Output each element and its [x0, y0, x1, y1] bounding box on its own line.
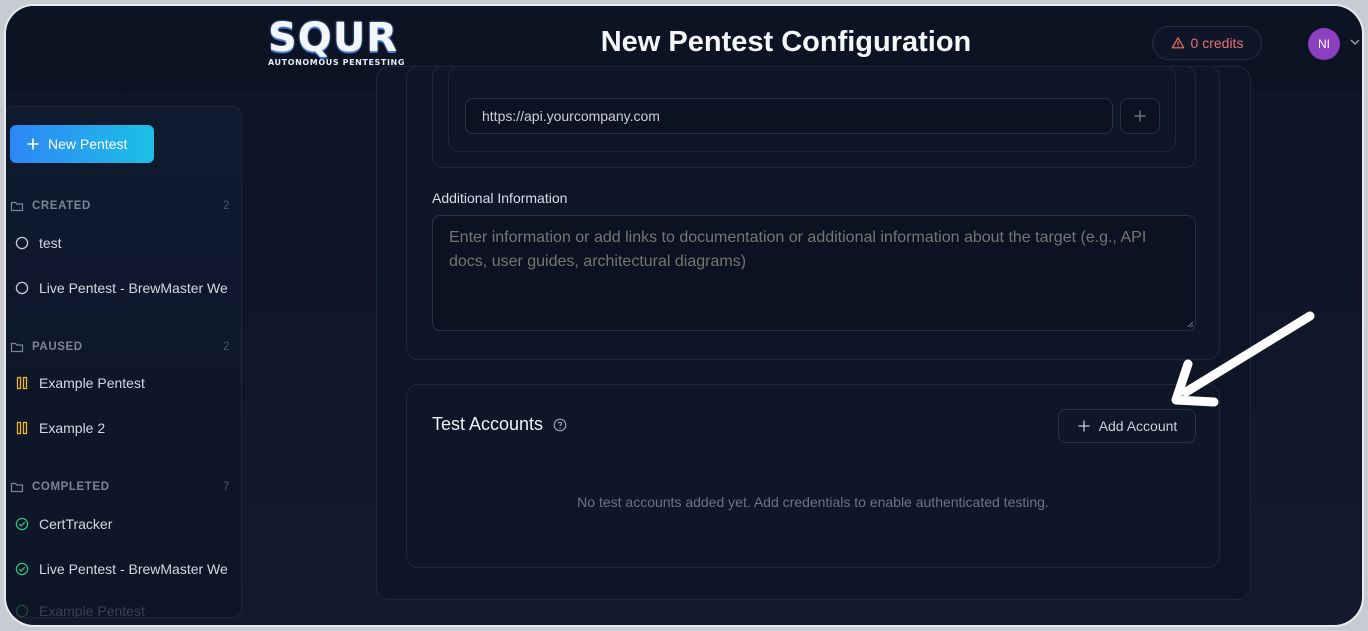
credits-badge[interactable]: 0 credits: [1152, 26, 1262, 60]
circle-icon: [15, 281, 29, 295]
plus-icon: [1134, 110, 1146, 122]
logo-word: SQUR: [268, 15, 399, 61]
sidebar-item-certtracker[interactable]: CertTracker: [15, 516, 112, 532]
page-title: New Pentest Configuration: [600, 26, 972, 58]
sidebar-item-label: CertTracker: [39, 516, 113, 532]
check-circle-icon: [15, 604, 29, 617]
new-pentest-button[interactable]: New Pentest: [10, 125, 154, 163]
arrow-annotation-icon: [1171, 311, 1315, 407]
credits-label: 0 credits: [1190, 35, 1244, 51]
section-completed[interactable]: COMPLETED 7: [10, 480, 230, 494]
sidebar: New Pentest CREATED 2 test Live Pentest …: [6, 106, 242, 618]
app-window: SQUR AUTONOMOUS PENTESTING New Pentest C…: [4, 4, 1364, 627]
plus-icon: [27, 138, 39, 150]
target-url-input[interactable]: https://api.yourcompany.com: [465, 98, 1113, 134]
section-label: COMPLETED: [32, 481, 110, 493]
sidebar-item-live-pentest[interactable]: Live Pentest - BrewMaster We: [15, 280, 228, 296]
sidebar-item-label: Example Pentest: [39, 375, 145, 391]
section-count: 2: [223, 200, 230, 212]
sidebar-item-label: Example Pentest: [39, 603, 145, 618]
section-label: CREATED: [32, 200, 91, 212]
circle-icon: [15, 236, 29, 250]
plus-icon: [1078, 420, 1090, 432]
folder-icon: [10, 482, 24, 493]
section-count: 7: [223, 481, 230, 493]
pause-icon: [16, 376, 28, 390]
section-created[interactable]: CREATED 2: [10, 199, 230, 213]
sidebar-item-example-2[interactable]: Example 2: [15, 420, 105, 436]
test-accounts-header: Test Accounts: [432, 414, 567, 435]
check-circle-icon: [15, 517, 29, 531]
empty-accounts-message: No test accounts added yet. Add credenti…: [577, 494, 1049, 510]
warning-icon: [1171, 37, 1184, 49]
sidebar-item-live-pentest-completed[interactable]: Live Pentest - BrewMaster We: [15, 561, 228, 577]
sidebar-item-test[interactable]: test: [15, 235, 62, 251]
sidebar-item-example-pentest[interactable]: Example Pentest: [15, 375, 145, 391]
check-circle-icon: [15, 562, 29, 576]
avatar[interactable]: NI: [1308, 28, 1340, 60]
help-circle-icon[interactable]: [553, 418, 567, 432]
additional-info-textarea[interactable]: [432, 215, 1196, 331]
folder-icon: [10, 201, 24, 212]
additional-info-label: Additional Information: [432, 190, 568, 206]
sidebar-item-example-pentest-completed[interactable]: Example Pentest: [15, 603, 145, 618]
pause-icon: [16, 421, 28, 435]
sidebar-item-label: Live Pentest - BrewMaster We: [39, 280, 228, 296]
test-accounts-title: Test Accounts: [432, 414, 544, 434]
section-count: 2: [223, 341, 230, 353]
sidebar-item-label: Live Pentest - BrewMaster We: [39, 561, 228, 577]
folder-icon: [10, 342, 24, 353]
chevron-down-icon[interactable]: [1349, 36, 1361, 48]
sidebar-item-label: Example 2: [39, 420, 106, 436]
section-label: PAUSED: [32, 341, 83, 353]
squr-logo[interactable]: SQUR AUTONOMOUS PENTESTING: [268, 15, 418, 70]
add-url-button[interactable]: [1120, 98, 1160, 134]
section-paused[interactable]: PAUSED 2: [10, 340, 230, 354]
new-pentest-label: New Pentest: [48, 136, 128, 152]
add-account-label: Add Account: [1098, 418, 1178, 434]
sidebar-item-label: test: [39, 235, 62, 251]
